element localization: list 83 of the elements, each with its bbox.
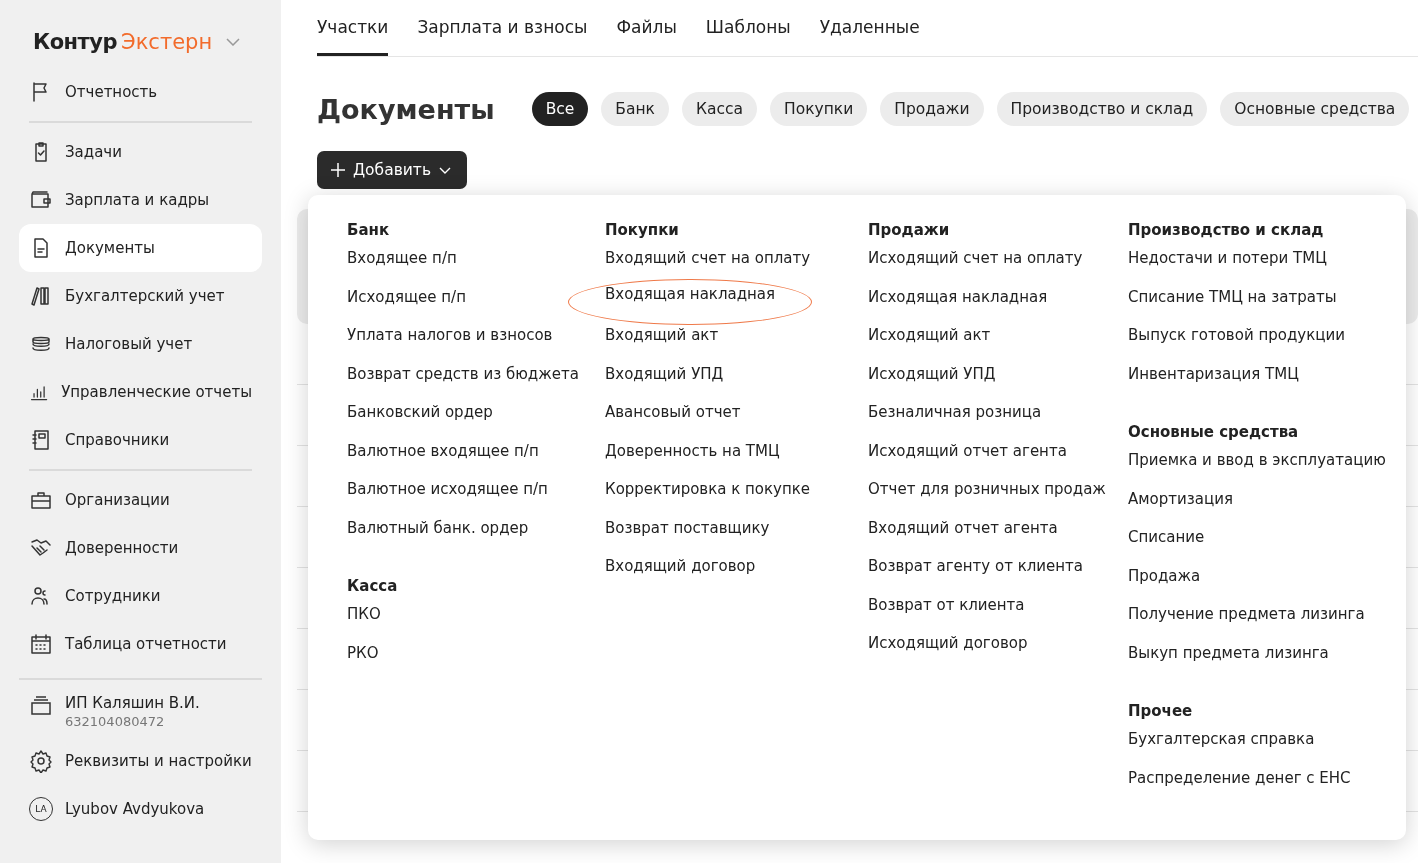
menu-group-title: Прочее bbox=[1128, 702, 1194, 720]
tab[interactable]: Удаленные bbox=[819, 0, 920, 56]
menu-item[interactable]: Исходящий счет на оплату bbox=[868, 247, 1128, 286]
menu-item[interactable]: Валютное исходящее п/п bbox=[347, 478, 605, 517]
filter-chip[interactable]: Касса bbox=[681, 92, 757, 126]
menu-item[interactable]: Исходящий УПД bbox=[868, 362, 1128, 401]
filter-chip[interactable]: Банк bbox=[601, 92, 669, 126]
menu-item[interactable]: Валютное входящее п/п bbox=[347, 439, 605, 478]
menu-item[interactable]: Недостачи и потери ТМЦ bbox=[1128, 247, 1386, 286]
menu-item[interactable]: Безналичная розница bbox=[868, 401, 1128, 440]
sidebar-item[interactable]: Управленческие отчеты bbox=[19, 368, 262, 416]
menu-item[interactable]: Входящий УПД bbox=[605, 362, 868, 401]
menu-group-title: Производство и склад bbox=[1128, 221, 1325, 239]
menu-item[interactable]: РКО bbox=[347, 641, 605, 680]
menu-item[interactable]: Списание bbox=[1128, 526, 1386, 565]
tab[interactable]: Участки bbox=[317, 0, 389, 56]
menu-item[interactable]: Выкуп предмета лизинга bbox=[1128, 641, 1386, 680]
filter-chip[interactable]: Продажи bbox=[880, 92, 984, 126]
sidebar-item[interactable]: Зарплата и кадры bbox=[19, 176, 262, 224]
menu-item[interactable]: Авансовый отчет bbox=[605, 401, 868, 440]
menu-item[interactable]: Исходящий акт bbox=[868, 324, 1128, 363]
plus-icon bbox=[331, 163, 345, 177]
tab[interactable]: Шаблоны bbox=[705, 0, 791, 56]
menu-group-title: Покупки bbox=[605, 221, 680, 239]
stack-icon bbox=[29, 694, 53, 718]
menu-item[interactable]: Исходящая накладная bbox=[868, 285, 1128, 324]
settings-link[interactable]: Реквизиты и настройки bbox=[19, 737, 262, 785]
menu-item[interactable]: Корректировка к покупке bbox=[605, 478, 868, 517]
sidebar-item[interactable]: Доверенности bbox=[19, 524, 262, 572]
menu-group-title: Основные средства bbox=[1128, 423, 1300, 441]
sidebar-item[interactable]: Справочники bbox=[19, 416, 262, 464]
menu-group-title: Банк bbox=[347, 221, 391, 239]
menu-item[interactable]: Уплата налогов и взносов bbox=[347, 324, 605, 363]
menu-item[interactable]: Исходящий договор bbox=[868, 632, 1128, 671]
menu-item[interactable]: ПКО bbox=[347, 603, 605, 642]
organization-name[interactable]: ИП Каляшин В.И. bbox=[65, 694, 200, 712]
menu-item[interactable]: Списание ТМЦ на затраты bbox=[1128, 285, 1386, 324]
menu-item[interactable]: Возврат средств из бюджета bbox=[347, 362, 605, 401]
organization-inn: 632104080472 bbox=[65, 714, 166, 729]
sidebar-item[interactable]: Бухгалтерский учет bbox=[19, 272, 262, 320]
menu-item[interactable]: Исходящий отчет агента bbox=[868, 439, 1128, 478]
menu-item[interactable]: Входящий отчет агента bbox=[868, 516, 1128, 555]
sidebar-item[interactable]: Налоговый учет bbox=[19, 320, 262, 368]
sidebar-item[interactable]: Задачи bbox=[19, 128, 262, 176]
menu-item[interactable]: Возврат агенту от клиента bbox=[868, 555, 1128, 594]
filter-chip[interactable]: Основные средства bbox=[1220, 92, 1410, 126]
menu-item[interactable]: Входящий акт bbox=[605, 324, 868, 363]
menu-item[interactable]: Выпуск готовой продукции bbox=[1128, 324, 1386, 363]
menu-item[interactable]: Инвентаризация ТМЦ bbox=[1128, 362, 1386, 401]
menu-group-title: Продажи bbox=[868, 221, 951, 239]
chevron-down-icon bbox=[439, 166, 452, 174]
menu-item[interactable]: Приемка и ввод в эксплуатацию bbox=[1128, 449, 1386, 488]
menu-item[interactable]: Получение предмета лизинга bbox=[1128, 603, 1386, 642]
menu-item[interactable]: Доверенность на ТМЦ bbox=[605, 439, 868, 478]
menu-item[interactable]: Амортизация bbox=[1128, 487, 1386, 526]
menu-group-title: Касса bbox=[347, 577, 399, 595]
page-title: Документы bbox=[317, 93, 495, 125]
menu-item[interactable]: Возврат от клиента bbox=[868, 593, 1128, 632]
sidebar-item[interactable]: Отчетность bbox=[19, 68, 262, 116]
menu-item[interactable]: Валютный банк. ордер bbox=[347, 516, 605, 555]
filter-chip[interactable]: Все bbox=[531, 92, 589, 126]
menu-item[interactable]: Распределение денег с ЕНС bbox=[1128, 766, 1386, 805]
menu-item[interactable]: Банковский ордер bbox=[347, 401, 605, 440]
menu-item[interactable]: Отчет для розничных продаж bbox=[868, 478, 1128, 517]
logo-brand: Контур bbox=[33, 30, 117, 54]
menu-item[interactable]: Бухгалтерская справка bbox=[1128, 728, 1386, 767]
chevron-down-icon[interactable] bbox=[226, 38, 241, 46]
settings-icon bbox=[29, 749, 53, 773]
filter-chip[interactable]: Покупки bbox=[770, 92, 868, 126]
sidebar-item[interactable]: Документы bbox=[19, 224, 262, 272]
calendar-icon bbox=[29, 632, 53, 656]
sidebar-item[interactable]: Сотрудники bbox=[19, 572, 262, 620]
add-button[interactable]: Добавить bbox=[317, 151, 468, 189]
logo-product: Экстерн bbox=[121, 30, 213, 54]
tab[interactable]: Файлы bbox=[616, 0, 677, 56]
menu-item[interactable]: Продажа bbox=[1128, 564, 1386, 603]
menu-item[interactable]: Возврат поставщику bbox=[605, 516, 868, 555]
menu-item[interactable]: Входящий договор bbox=[605, 555, 868, 594]
sidebar-item[interactable]: Организации bbox=[19, 476, 262, 524]
tab[interactable]: Зарплата и взносы bbox=[417, 0, 588, 56]
sidebar-item[interactable]: Таблица отчетности bbox=[19, 620, 262, 668]
filter-chip[interactable]: Производство и склад bbox=[996, 92, 1208, 126]
user-name[interactable]: Lyubov Avdyukova bbox=[65, 800, 205, 818]
